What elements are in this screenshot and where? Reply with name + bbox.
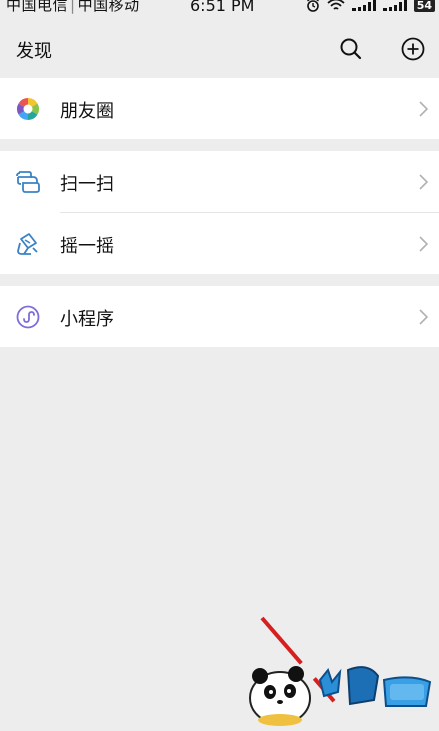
signal-icon-1	[351, 0, 376, 11]
plus-circle-icon	[401, 37, 425, 61]
alarm-icon	[306, 0, 319, 12]
menu-item-label: 小程序	[60, 309, 114, 330]
carrier-2: 中国移动	[77, 0, 140, 14]
chevron-right-icon	[419, 309, 429, 325]
chevron-right-icon	[419, 174, 429, 190]
menu-item-label: 扫一扫	[60, 174, 114, 195]
watermark-graphic	[249, 616, 432, 726]
mini-program-icon	[16, 305, 40, 329]
menu-item-label: 朋友圈	[60, 101, 114, 122]
carrier-1: 中国电信	[6, 0, 69, 14]
moments-card: 朋友圈	[0, 78, 439, 139]
watermark-logo	[240, 610, 439, 727]
menu-item-moments[interactable]: 朋友圈	[0, 78, 439, 139]
search-button[interactable]	[338, 36, 364, 62]
menu-item-label: 摇一摇	[60, 236, 114, 257]
scan-icon	[16, 171, 40, 193]
search-icon	[340, 38, 362, 60]
battery-indicator: 54	[413, 0, 435, 12]
chevron-right-icon	[419, 101, 429, 117]
carrier-labels: 中国电信 | 中国移动	[6, 0, 140, 13]
signal-icon-2	[382, 0, 407, 11]
status-bar: 中国电信 | 中国移动 6:51 PM 54	[0, 0, 439, 16]
shake-icon	[17, 233, 38, 255]
add-button[interactable]	[400, 36, 426, 62]
chevron-right-icon	[419, 236, 429, 252]
status-time: 6:51 PM	[190, 0, 255, 15]
page-header: 发现	[0, 16, 439, 78]
carrier-separator: |	[70, 0, 76, 14]
menu-item-scan[interactable]: 扫一扫	[0, 151, 439, 212]
moments-aperture-icon	[17, 98, 39, 120]
status-icons: 54	[306, 0, 435, 12]
scan-shake-card: 扫一扫 摇一摇	[0, 151, 439, 274]
wifi-icon	[327, 0, 345, 10]
menu-item-shake[interactable]: 摇一摇	[0, 213, 439, 274]
menu-item-mini-programs[interactable]: 小程序	[0, 286, 439, 347]
mini-programs-card: 小程序	[0, 286, 439, 347]
page-title: 发现	[16, 41, 52, 62]
